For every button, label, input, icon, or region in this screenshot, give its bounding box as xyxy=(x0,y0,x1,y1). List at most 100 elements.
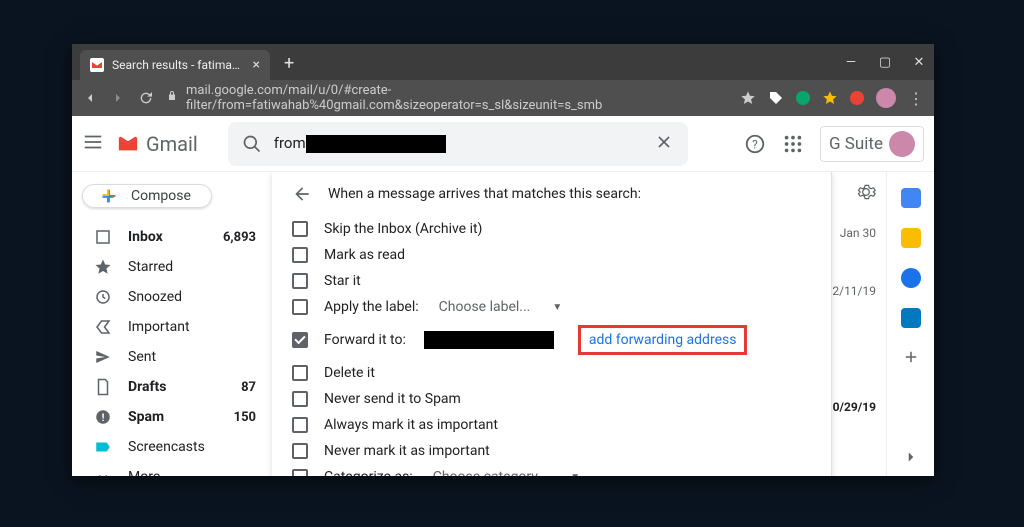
filter-option-label: Delete it xyxy=(324,365,375,381)
add-forwarding-link[interactable]: add forwarding address xyxy=(589,332,737,348)
checkbox[interactable] xyxy=(292,417,308,433)
filter-option-label: Categorize as: xyxy=(324,469,413,476)
bookmark-star-icon[interactable] xyxy=(740,90,756,106)
checkbox[interactable] xyxy=(292,443,308,459)
filter-option-2[interactable]: Star it xyxy=(272,268,831,294)
keep-addon-icon[interactable] xyxy=(901,228,921,248)
ext-dot-red[interactable] xyxy=(850,91,864,105)
message-date xyxy=(826,450,876,476)
browser-tab[interactable]: Search results - fatima@addictiv × xyxy=(80,50,270,80)
close-window-button[interactable]: ✕ xyxy=(910,55,928,70)
reload-button[interactable] xyxy=(138,90,154,106)
nav-label: Spam xyxy=(128,409,164,425)
nav-label: Drafts xyxy=(128,379,166,395)
checkbox[interactable] xyxy=(292,391,308,407)
filter-header: When a message arrives that matches this… xyxy=(272,172,831,216)
sidebar-item-more[interactable]: More xyxy=(78,462,266,476)
profile-avatar[interactable] xyxy=(876,88,896,108)
checkbox[interactable] xyxy=(292,365,308,381)
sidebar-item-snoozed[interactable]: Snoozed xyxy=(78,282,266,312)
trello-addon-icon[interactable] xyxy=(901,308,921,328)
nav-icon xyxy=(94,228,112,246)
account-avatar[interactable] xyxy=(889,131,915,157)
gear-icon[interactable] xyxy=(856,182,876,202)
filter-option-9[interactable]: Categorize as: Choose category...▼ xyxy=(272,464,831,476)
tab-close-icon[interactable]: × xyxy=(253,57,260,73)
forward-button[interactable] xyxy=(110,90,126,106)
nav-icon xyxy=(94,258,112,276)
nav-icon xyxy=(94,438,112,456)
checkbox[interactable] xyxy=(292,469,308,476)
filter-option-8[interactable]: Never mark it as important xyxy=(272,438,831,464)
filter-option-label: Never mark it as important xyxy=(324,443,490,459)
svg-text:!: ! xyxy=(102,411,105,424)
checkbox[interactable] xyxy=(292,332,308,348)
new-tab-button[interactable]: + xyxy=(284,53,294,74)
maximize-button[interactable]: ▢ xyxy=(876,55,894,70)
filter-header-text: When a message arrives that matches this… xyxy=(328,186,641,202)
gsuite-badge[interactable]: G Suite xyxy=(820,126,924,162)
add-forwarding-highlight: add forwarding address xyxy=(578,325,748,355)
filter-option-7[interactable]: Always mark it as important xyxy=(272,412,831,438)
nav-count: 6,893 xyxy=(223,230,256,245)
tasks-addon-icon[interactable] xyxy=(901,268,921,288)
chrome-menu-icon[interactable]: ⋮ xyxy=(908,89,924,108)
help-icon[interactable]: ? xyxy=(744,133,766,155)
search-text: from xyxy=(274,134,446,153)
nav-icon xyxy=(94,468,112,476)
checkbox[interactable] xyxy=(292,273,308,289)
nav-label: Screencasts xyxy=(128,439,205,455)
sidebar-item-sent[interactable]: Sent xyxy=(78,342,266,372)
filter-option-4[interactable]: Forward it to:add forwarding address xyxy=(272,320,831,360)
forward-address-redacted xyxy=(424,331,554,349)
back-arrow-icon[interactable] xyxy=(292,184,312,204)
main-menu-icon[interactable] xyxy=(82,131,104,157)
back-button[interactable] xyxy=(82,90,98,106)
message-date xyxy=(826,334,876,364)
nav-count: 87 xyxy=(241,380,256,395)
nav-icon xyxy=(94,318,112,336)
sidebar-item-starred[interactable]: Starred xyxy=(78,252,266,282)
search-box[interactable]: from xyxy=(228,122,688,166)
filter-select[interactable]: Choose category... xyxy=(433,469,549,476)
date-column: Jan 3012/11/1910/29/195/22/1911/29/1811/… xyxy=(826,218,876,476)
message-date: Jan 30 xyxy=(826,218,876,248)
lock-icon xyxy=(166,90,178,106)
compose-button[interactable]: Compose xyxy=(82,184,212,208)
checkbox[interactable] xyxy=(292,247,308,263)
ext-tag-icon[interactable] xyxy=(768,90,784,106)
gmail-favicon-icon xyxy=(90,58,104,72)
filter-option-1[interactable]: Mark as read xyxy=(272,242,831,268)
sidebar-item-spam[interactable]: ! Spam 150 xyxy=(78,402,266,432)
url-field[interactable]: mail.google.com/mail/u/0/#create-filter/… xyxy=(166,83,728,113)
checkbox[interactable] xyxy=(292,221,308,237)
url-text: mail.google.com/mail/u/0/#create-filter/… xyxy=(186,83,728,113)
filter-option-label: Never send it to Spam xyxy=(324,391,461,407)
sidebar-item-drafts[interactable]: Drafts 87 xyxy=(78,372,266,402)
filter-option-3[interactable]: Apply the label: Choose label...▼ xyxy=(272,294,831,320)
nav-count: 150 xyxy=(234,410,256,425)
sidebar-item-important[interactable]: Important xyxy=(78,312,266,342)
gmail-logo[interactable]: Gmail xyxy=(114,132,198,156)
expand-panel-icon[interactable] xyxy=(902,448,920,466)
filter-option-0[interactable]: Skip the Inbox (Archive it) xyxy=(272,216,831,242)
minimize-button[interactable]: — xyxy=(842,55,860,70)
apps-grid-icon[interactable] xyxy=(782,133,804,155)
clear-search-icon[interactable] xyxy=(654,132,674,156)
sidebar-item-screencasts[interactable]: Screencasts xyxy=(78,432,266,462)
ext-star-yellow-icon[interactable] xyxy=(822,90,838,106)
svg-text:?: ? xyxy=(752,137,758,151)
sidebar-item-inbox[interactable]: Inbox 6,893 xyxy=(78,222,266,252)
filter-option-label: Apply the label: xyxy=(324,299,419,315)
add-addon-icon[interactable] xyxy=(902,348,920,366)
checkbox[interactable] xyxy=(292,299,308,315)
calendar-addon-icon[interactable] xyxy=(901,188,921,208)
filter-option-5[interactable]: Delete it xyxy=(272,360,831,386)
gmail-logo-icon xyxy=(114,133,142,155)
create-filter-panel: When a message arrives that matches this… xyxy=(272,172,832,476)
nav-label: Inbox xyxy=(128,229,163,245)
filter-option-6[interactable]: Never send it to Spam xyxy=(272,386,831,412)
filter-select[interactable]: Choose label... xyxy=(439,299,531,315)
compose-plus-icon xyxy=(97,185,119,207)
ext-dot-green[interactable] xyxy=(796,91,810,105)
